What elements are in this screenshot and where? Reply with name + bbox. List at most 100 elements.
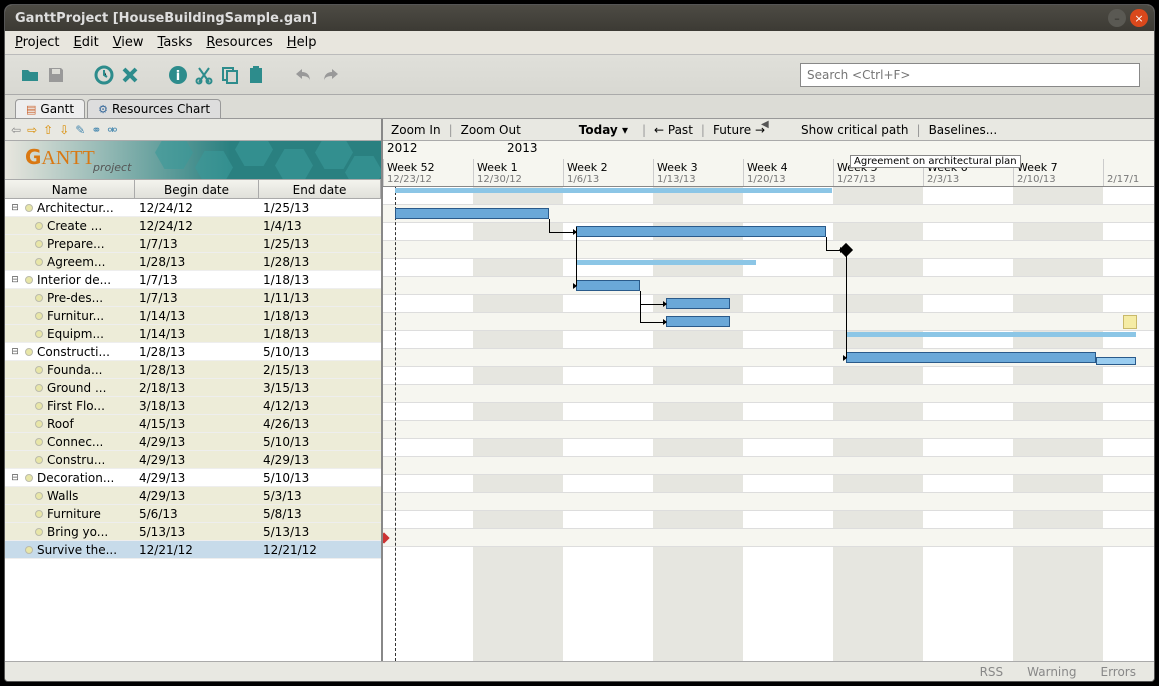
table-row[interactable]: Survive the...12/21/1212/21/12: [5, 541, 381, 559]
table-row[interactable]: Bring yo...5/13/135/13/13: [5, 523, 381, 541]
task-bar[interactable]: [576, 226, 826, 237]
task-name: Founda...: [47, 363, 102, 377]
tab-gantt[interactable]: ▤Gantt: [15, 99, 85, 118]
table-row[interactable]: ⊟Constructi...1/28/135/10/13: [5, 343, 381, 361]
task-begin: 12/24/12: [135, 201, 259, 215]
table-row[interactable]: Connec...4/29/135/10/13: [5, 433, 381, 451]
nav-up-icon[interactable]: ⇧: [43, 123, 53, 137]
task-bar[interactable]: [395, 208, 549, 219]
undo-icon[interactable]: [293, 64, 315, 86]
baselines-button[interactable]: Baselines...: [929, 123, 998, 137]
task-end: 3/15/13: [259, 381, 381, 395]
table-row[interactable]: Furnitur...1/14/131/18/13: [5, 307, 381, 325]
table-row[interactable]: Pre-des...1/7/131/11/13: [5, 289, 381, 307]
table-row[interactable]: Furniture5/6/135/8/13: [5, 505, 381, 523]
week-date: 2/3/13: [927, 174, 959, 185]
open-icon[interactable]: [19, 64, 41, 86]
table-row[interactable]: ⊟Architectur...12/24/121/25/13: [5, 199, 381, 217]
copy-icon[interactable]: [219, 64, 241, 86]
gantt-icon: ▤: [26, 103, 36, 116]
nav-back-icon[interactable]: ⇦: [11, 123, 21, 137]
nav-forward-icon[interactable]: ⇨: [27, 123, 37, 137]
table-row[interactable]: Founda...1/28/132/15/13: [5, 361, 381, 379]
summary-bar[interactable]: [576, 260, 756, 265]
task-end: 4/12/13: [259, 399, 381, 413]
menubar: Project Edit View Tasks Resources Help: [5, 31, 1154, 55]
task-name: Constru...: [47, 453, 105, 467]
menu-project[interactable]: Project: [15, 35, 60, 50]
table-row[interactable]: Constru...4/29/134/29/13: [5, 451, 381, 469]
menu-view[interactable]: View: [113, 35, 144, 50]
week-label: Week 7: [1017, 161, 1058, 174]
task-end: 1/18/13: [259, 273, 381, 287]
logo-subtitle: project: [93, 161, 131, 174]
task-name: Agreem...: [47, 255, 105, 269]
edit-task-icon[interactable]: ✎: [75, 123, 85, 137]
task-end: 1/18/13: [259, 309, 381, 323]
table-row[interactable]: Create ...12/24/121/4/13: [5, 217, 381, 235]
week-date: 12/23/12: [387, 174, 432, 185]
splitter-handle[interactable]: ◀: [761, 119, 771, 129]
close-button[interactable]: ×: [1130, 9, 1148, 27]
note-icon[interactable]: [1123, 315, 1137, 329]
past-button[interactable]: ← Past: [654, 123, 693, 137]
task-name: Constructi...: [37, 345, 110, 359]
future-button[interactable]: Future →: [713, 123, 765, 137]
cut-icon[interactable]: [193, 64, 215, 86]
tab-resources[interactable]: ⚙Resources Chart: [87, 99, 221, 118]
link-icon[interactable]: ⚭: [91, 123, 101, 137]
zoom-out-button[interactable]: Zoom Out: [461, 123, 521, 137]
task-begin: 1/7/13: [135, 291, 259, 305]
menu-help[interactable]: Help: [287, 35, 317, 50]
task-begin: 5/13/13: [135, 525, 259, 539]
task-bar[interactable]: [846, 352, 1096, 363]
status-errors[interactable]: Errors: [1100, 665, 1136, 679]
task-bar[interactable]: [666, 316, 730, 327]
year-label: 2013: [507, 141, 538, 155]
week-date: 2/10/13: [1017, 174, 1056, 185]
menu-tasks[interactable]: Tasks: [158, 35, 193, 50]
unlink-icon[interactable]: ⚮: [107, 123, 117, 137]
menu-resources[interactable]: Resources: [206, 35, 272, 50]
col-end[interactable]: End date: [259, 180, 381, 198]
table-row[interactable]: Equipm...1/14/131/18/13: [5, 325, 381, 343]
summary-bar[interactable]: [846, 332, 1136, 337]
menu-edit[interactable]: Edit: [74, 35, 99, 50]
week-label: Week 52: [387, 161, 435, 174]
status-rss[interactable]: RSS: [980, 665, 1004, 679]
table-row[interactable]: Walls4/29/135/3/13: [5, 487, 381, 505]
save-icon[interactable]: [45, 64, 67, 86]
table-row[interactable]: Agreem...1/28/131/28/13: [5, 253, 381, 271]
table-row[interactable]: Roof4/15/134/26/13: [5, 415, 381, 433]
summary-bar[interactable]: [395, 188, 832, 193]
col-begin[interactable]: Begin date: [135, 180, 259, 198]
week-label: Week 3: [657, 161, 698, 174]
zoom-in-button[interactable]: Zoom In: [391, 123, 441, 137]
task-bar[interactable]: [576, 280, 640, 291]
task-bar[interactable]: [666, 298, 730, 309]
redo-icon[interactable]: [319, 64, 341, 86]
statusbar: RSS Warning Errors: [5, 661, 1154, 681]
col-name[interactable]: Name: [5, 180, 135, 198]
clock-icon[interactable]: [93, 64, 115, 86]
table-row[interactable]: ⊟Interior de...1/7/131/18/13: [5, 271, 381, 289]
search-input[interactable]: [800, 63, 1140, 87]
task-end: 5/13/13: [259, 525, 381, 539]
table-row[interactable]: First Flo...3/18/134/12/13: [5, 397, 381, 415]
year-label: 2012: [387, 141, 418, 155]
status-warning[interactable]: Warning: [1027, 665, 1076, 679]
task-name: Walls: [47, 489, 78, 503]
task-end: 1/18/13: [259, 327, 381, 341]
critical-path-button[interactable]: Show critical path: [801, 123, 908, 137]
paste-icon[interactable]: [245, 64, 267, 86]
nav-down-icon[interactable]: ⇩: [59, 123, 69, 137]
table-row[interactable]: ⊟Decoration...4/29/135/10/13: [5, 469, 381, 487]
minimize-button[interactable]: –: [1108, 9, 1126, 27]
today-button[interactable]: Today ▾: [579, 123, 628, 137]
task-end: 1/4/13: [259, 219, 381, 233]
delete-icon[interactable]: [119, 64, 141, 86]
table-row[interactable]: Prepare...1/7/131/25/13: [5, 235, 381, 253]
table-row[interactable]: Ground ...2/18/133/15/13: [5, 379, 381, 397]
gantt-chart[interactable]: [383, 187, 1154, 661]
info-icon[interactable]: i: [167, 64, 189, 86]
